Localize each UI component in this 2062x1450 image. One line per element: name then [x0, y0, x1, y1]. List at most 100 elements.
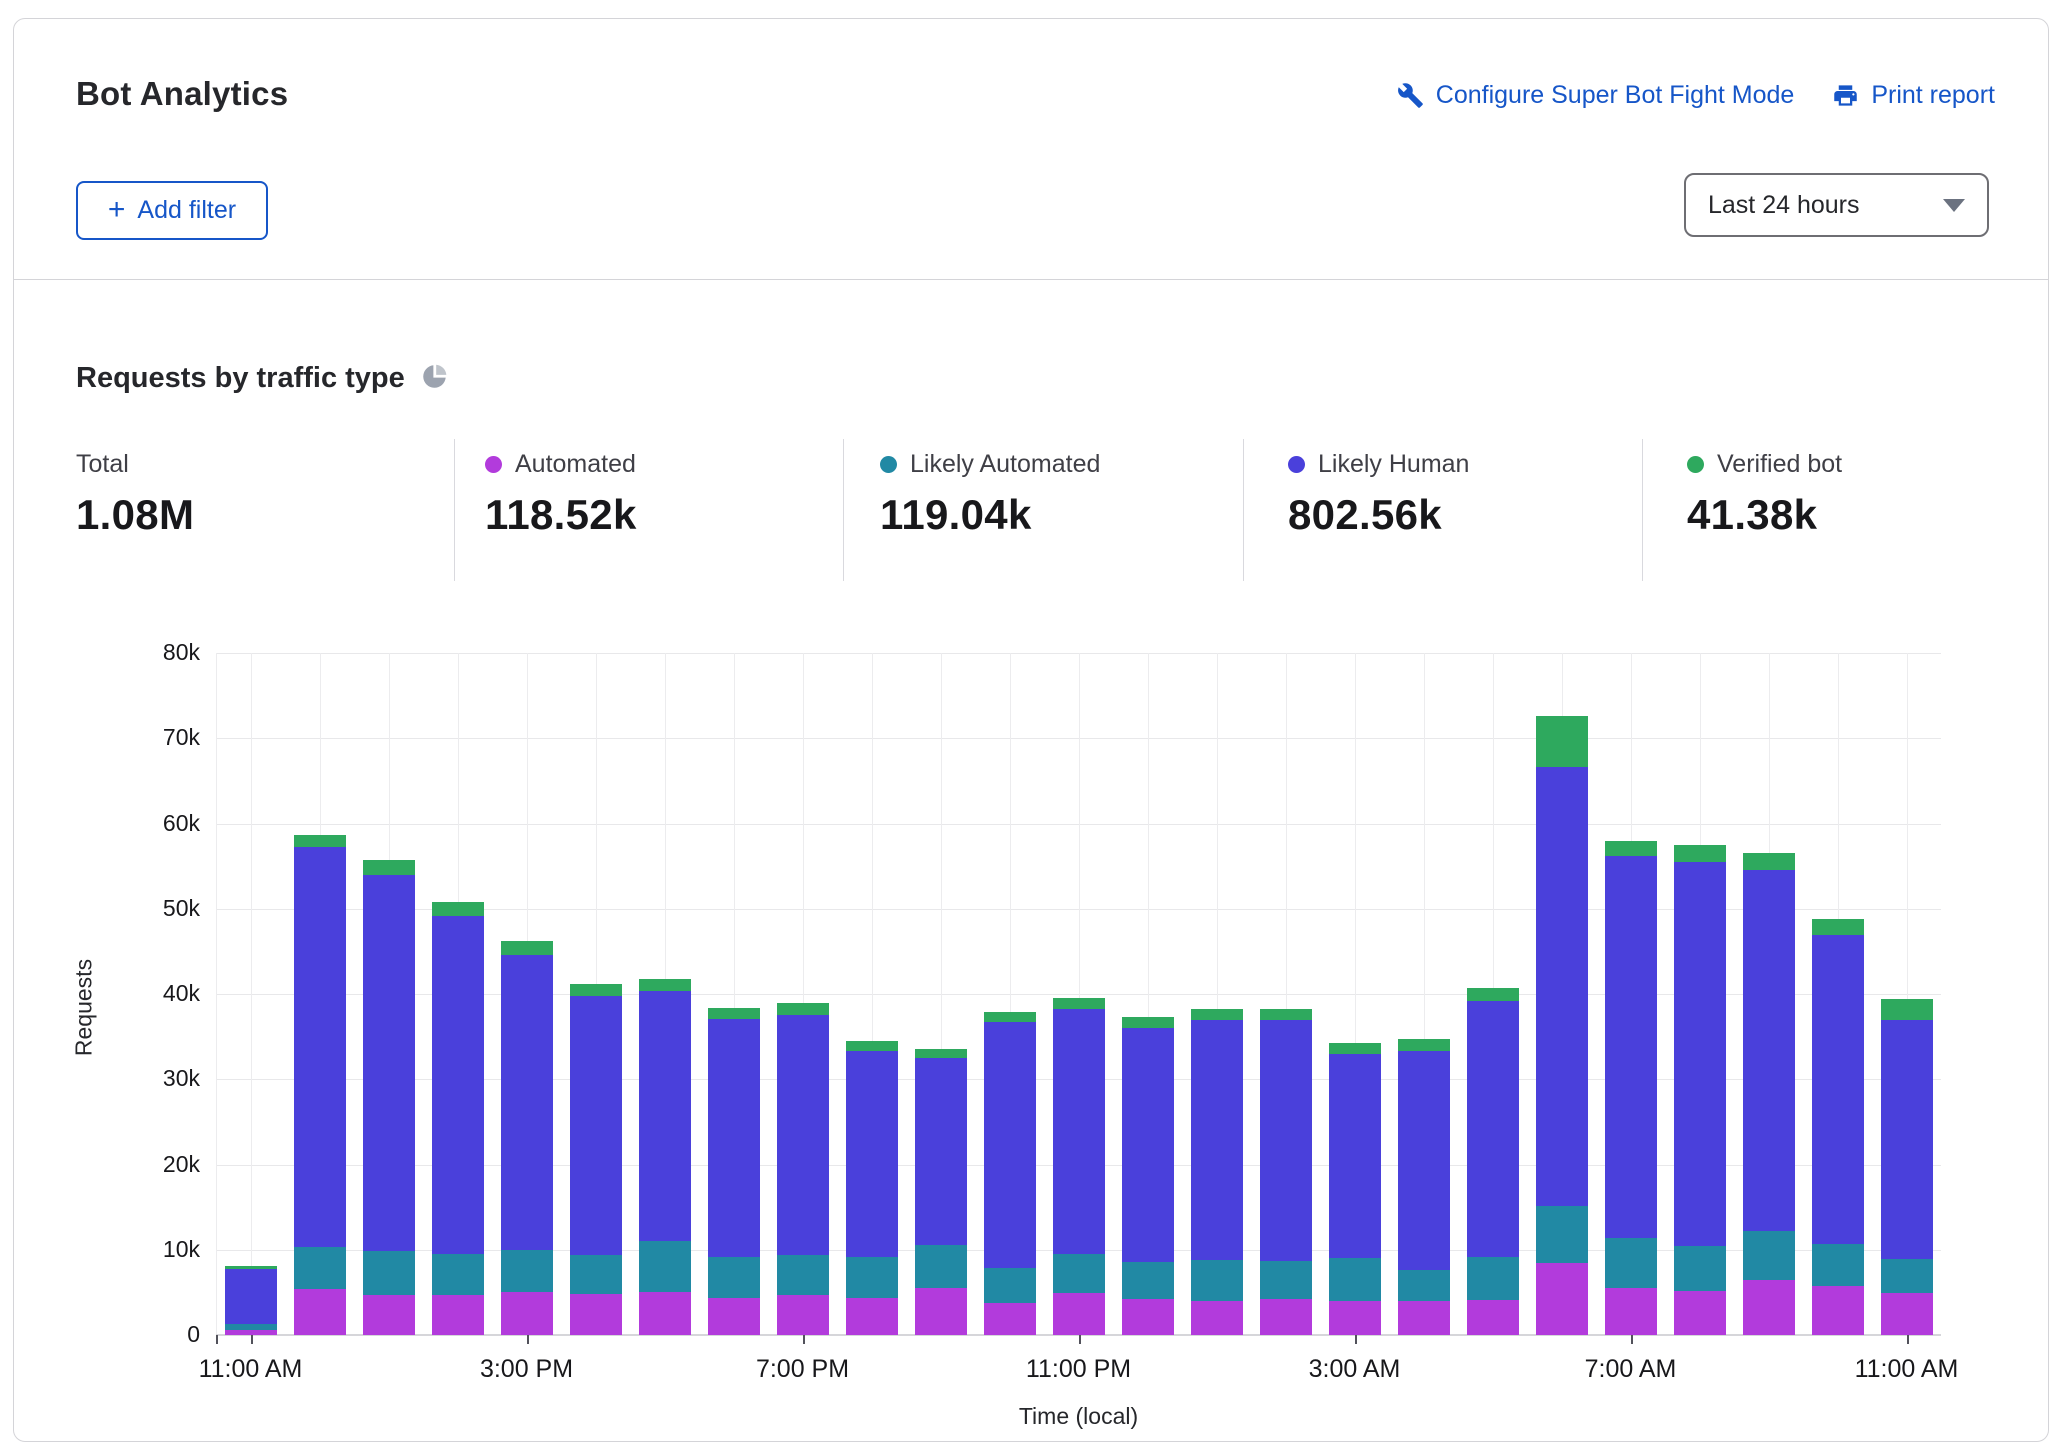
bar-5-00-pm[interactable]: [639, 653, 691, 1335]
bar-segment-likely-automated: [1329, 1258, 1381, 1301]
x-tick-mark: [803, 1335, 805, 1344]
bar-segment-likely-human: [1053, 1009, 1105, 1254]
bar-segment-verified-bot: [708, 1008, 760, 1019]
bar-segment-likely-automated: [708, 1257, 760, 1297]
bar-segment-likely-human: [1398, 1051, 1450, 1270]
bar-6-00-am[interactable]: [1536, 653, 1588, 1335]
stats-divider: [1243, 439, 1244, 581]
stat-verified-bot[interactable]: Verified bot 41.38k: [1687, 449, 1842, 539]
stat-likely-human[interactable]: Likely Human 802.56k: [1288, 449, 1469, 539]
bar-segment-automated: [1260, 1299, 1312, 1335]
section-title: Requests by traffic type: [76, 362, 405, 395]
bar-segment-likely-human: [1674, 862, 1726, 1246]
bar-segment-automated: [1398, 1301, 1450, 1335]
automated-legend-dot: [485, 456, 502, 473]
configure-link-label: Configure Super Bot Fight Mode: [1436, 81, 1795, 110]
bar-segment-verified-bot: [1260, 1009, 1312, 1020]
bar-8-00-am[interactable]: [1674, 653, 1726, 1335]
bar-10-00-pm[interactable]: [984, 653, 1036, 1335]
bar-12-00-am[interactable]: [1122, 653, 1174, 1335]
bar-segment-likely-human: [294, 847, 346, 1247]
stats-divider: [454, 439, 455, 581]
bar-segment-automated: [432, 1295, 484, 1335]
bar-segment-likely-automated: [1674, 1246, 1726, 1290]
bar-segment-verified-bot: [1536, 716, 1588, 767]
bar-segment-likely-human: [1881, 1020, 1933, 1259]
bar-segment-automated: [1191, 1301, 1243, 1335]
bar-segment-likely-human: [1122, 1028, 1174, 1262]
configure-super-bot-fight-mode-link[interactable]: Configure Super Bot Fight Mode: [1397, 81, 1795, 110]
bot-analytics-page: { "header": { "title": "Bot Analytics", …: [0, 0, 2062, 1450]
bar-11-00-pm[interactable]: [1053, 653, 1105, 1335]
bar-12-00-pm[interactable]: [294, 653, 346, 1335]
bar-3-00-am[interactable]: [1329, 653, 1381, 1335]
bar-segment-verified-bot: [846, 1041, 898, 1051]
bar-segment-likely-automated: [1122, 1262, 1174, 1300]
bar-7-00-pm[interactable]: [777, 653, 829, 1335]
bar-4-00-pm[interactable]: [570, 653, 622, 1335]
bar-segment-automated: [1743, 1280, 1795, 1335]
bar-segment-automated: [1881, 1293, 1933, 1335]
bar-segment-automated: [570, 1294, 622, 1335]
x-tick-mark: [1631, 1335, 1633, 1344]
bar-2-00-am[interactable]: [1260, 653, 1312, 1335]
header-actions: Configure Super Bot Fight Mode Print rep…: [1397, 81, 1995, 110]
y-axis-title: Requests: [71, 918, 98, 1098]
bar-9-00-am[interactable]: [1743, 653, 1795, 1335]
bar-segment-verified-bot: [1467, 988, 1519, 1001]
y-tick-label: 20k: [130, 1151, 200, 1178]
time-range-select[interactable]: Last 24 hours: [1684, 173, 1989, 237]
header-divider: [14, 279, 2048, 280]
bar-segment-likely-automated: [294, 1247, 346, 1289]
chevron-down-icon: [1943, 199, 1965, 212]
bar-segment-likely-human: [363, 875, 415, 1252]
bar-segment-likely-human: [708, 1019, 760, 1258]
bar-6-00-pm[interactable]: [708, 653, 760, 1335]
bar-segment-automated: [777, 1295, 829, 1335]
stat-automated-value: 118.52k: [485, 491, 637, 539]
bar-11-00-am[interactable]: [1881, 653, 1933, 1335]
bar-8-00-pm[interactable]: [846, 653, 898, 1335]
bar-4-00-am[interactable]: [1398, 653, 1450, 1335]
bar-segment-likely-human: [1743, 870, 1795, 1231]
bar-segment-likely-automated: [915, 1245, 967, 1288]
add-filter-button[interactable]: + Add filter: [76, 181, 268, 240]
print-report-link[interactable]: Print report: [1832, 81, 1995, 110]
bar-segment-likely-automated: [1881, 1259, 1933, 1293]
bar-segment-likely-human: [1260, 1020, 1312, 1260]
bar-segment-likely-automated: [363, 1251, 415, 1294]
bar-9-00-pm[interactable]: [915, 653, 967, 1335]
y-tick-label: 40k: [130, 980, 200, 1007]
bar-1-00-pm[interactable]: [363, 653, 415, 1335]
bar-3-00-pm[interactable]: [501, 653, 553, 1335]
bar-segment-likely-human: [1812, 935, 1864, 1244]
bar-2-00-pm[interactable]: [432, 653, 484, 1335]
bar-7-00-am[interactable]: [1605, 653, 1657, 1335]
bar-11-00-am[interactable]: [225, 653, 277, 1335]
y-tick-label: 30k: [130, 1065, 200, 1092]
bar-1-00-am[interactable]: [1191, 653, 1243, 1335]
stat-likely-automated[interactable]: Likely Automated 119.04k: [880, 449, 1100, 539]
bar-segment-likely-automated: [777, 1255, 829, 1295]
y-tick-label: 80k: [130, 639, 200, 666]
y-axis-line: [216, 653, 217, 1335]
bar-5-00-am[interactable]: [1467, 653, 1519, 1335]
stat-verified-bot-label: Verified bot: [1717, 450, 1842, 479]
x-tick-mark: [1355, 1335, 1357, 1344]
stat-verified-bot-value: 41.38k: [1687, 491, 1842, 539]
bar-segment-likely-automated: [1743, 1231, 1795, 1280]
pie-chart-icon: [421, 363, 448, 395]
bar-10-00-am[interactable]: [1812, 653, 1864, 1335]
bar-segment-likely-automated: [639, 1241, 691, 1291]
y-tick-label: 60k: [130, 810, 200, 837]
bar-segment-likely-automated: [225, 1324, 277, 1330]
bar-segment-likely-automated: [1536, 1206, 1588, 1263]
bar-segment-verified-bot: [1674, 845, 1726, 862]
x-tick-label: 3:00 AM: [1309, 1355, 1401, 1384]
y-tick-label: 50k: [130, 895, 200, 922]
bar-segment-verified-bot: [1191, 1009, 1243, 1020]
bar-segment-verified-bot: [1329, 1043, 1381, 1054]
bar-segment-verified-bot: [639, 979, 691, 992]
stat-automated[interactable]: Automated 118.52k: [485, 449, 637, 539]
bar-segment-automated: [1674, 1291, 1726, 1335]
